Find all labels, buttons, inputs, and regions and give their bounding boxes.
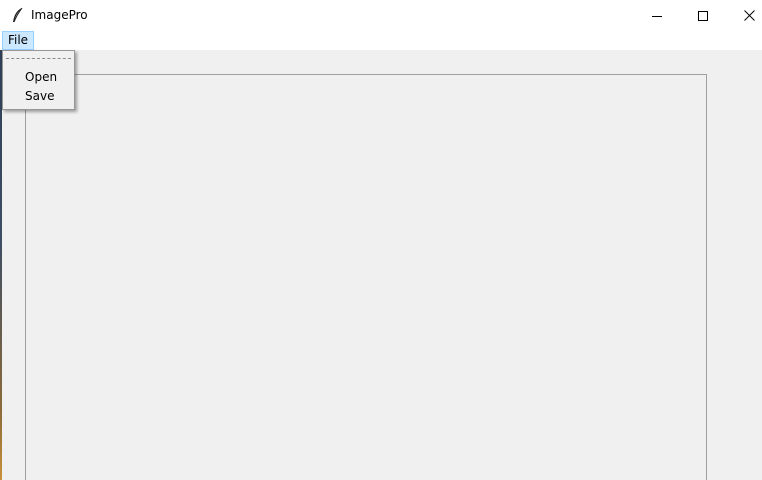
minimize-icon [652, 6, 662, 25]
menu-item-open[interactable]: Open [25, 70, 57, 85]
app-window: ImagePro File Open Save [0, 0, 762, 480]
file-dropdown-menu: Open Save [2, 50, 75, 110]
menu-file[interactable]: File [2, 31, 34, 50]
maximize-button[interactable] [680, 0, 726, 31]
window-title: ImagePro [31, 8, 88, 22]
minimize-button[interactable] [634, 0, 680, 31]
menu-item-save[interactable]: Save [25, 89, 54, 104]
title-bar[interactable]: ImagePro [0, 0, 762, 31]
close-icon [743, 6, 755, 25]
image-canvas[interactable] [25, 74, 707, 480]
menu-bar: File [0, 31, 762, 50]
close-button[interactable] [726, 0, 762, 31]
maximize-icon [698, 6, 708, 25]
feather-icon [11, 7, 25, 24]
tearoff-line[interactable] [6, 58, 71, 59]
